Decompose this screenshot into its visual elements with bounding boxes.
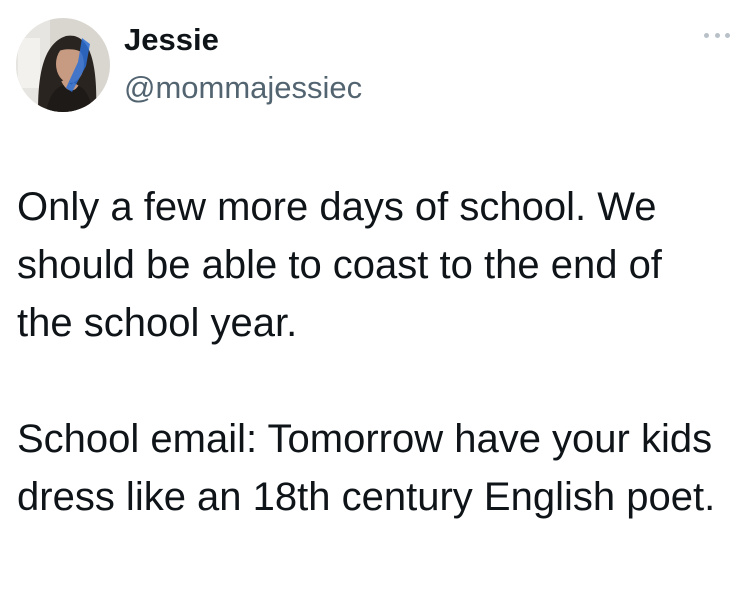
tweet-text: Only a few more days of school. We shoul… — [17, 178, 727, 526]
author-display-name[interactable]: Jessie — [124, 20, 219, 60]
author-handle[interactable]: @mommajessiec — [124, 68, 362, 108]
tweet-paragraph: School email: Tomorrow have your kids dr… — [17, 417, 716, 519]
tweet-paragraph: Only a few more days of school. We shoul… — [17, 185, 662, 345]
profile-avatar[interactable] — [16, 18, 110, 112]
more-dot — [714, 32, 720, 38]
more-dot — [725, 32, 730, 38]
tweet-header: Jessie @mommajessiec — [14, 14, 736, 114]
more-dot — [704, 32, 709, 38]
more-options-icon[interactable] — [704, 28, 730, 42]
avatar-photo-icon — [16, 18, 110, 112]
tweet-card: Jessie @mommajessiec Only a few more day… — [0, 0, 750, 596]
